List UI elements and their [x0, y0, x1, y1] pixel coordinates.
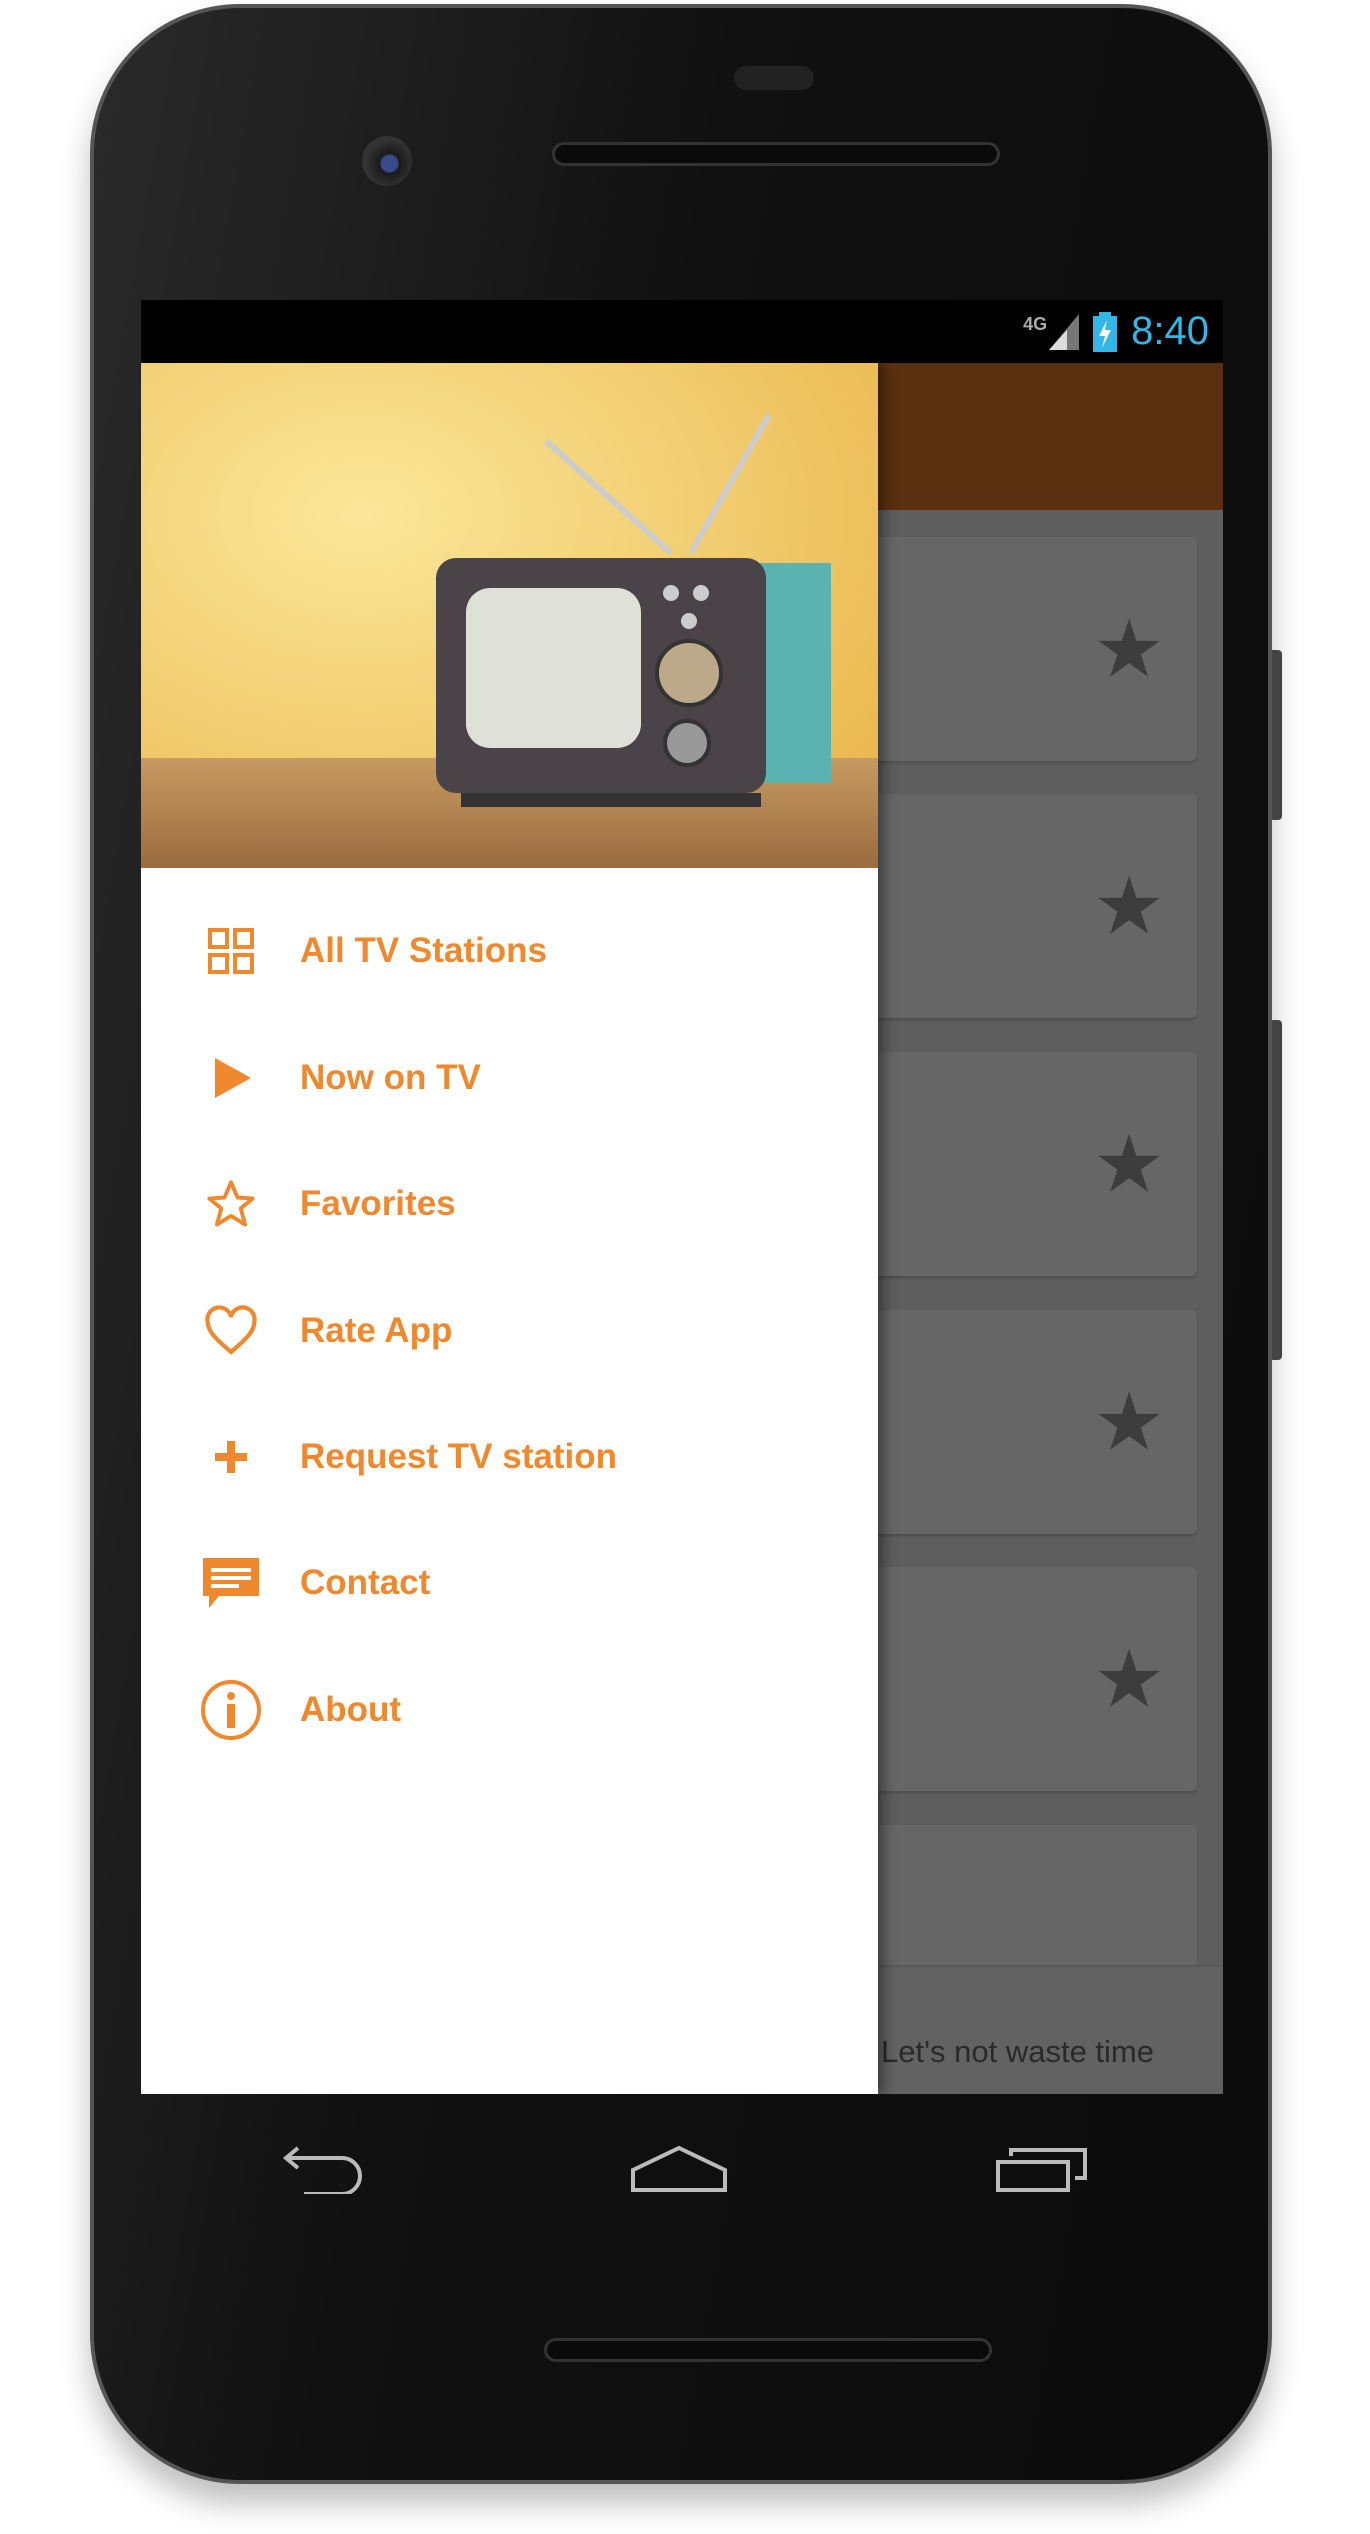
drawer-item-label: Rate App	[300, 1311, 453, 1350]
plus-icon	[199, 1425, 263, 1489]
volume-button[interactable]	[1272, 1020, 1282, 1360]
info-icon	[199, 1678, 263, 1742]
home-icon[interactable]	[629, 2144, 729, 2194]
network-type: 4G	[1023, 313, 1048, 334]
power-button[interactable]	[1272, 650, 1282, 820]
earpiece-speaker	[552, 142, 1000, 166]
drawer-item-favorites[interactable]: Favorites	[141, 1154, 878, 1254]
drawer-item-request-tv-station[interactable]: Request TV station	[141, 1407, 878, 1507]
signal-icon: 4G	[1023, 313, 1080, 350]
drawer-item-now-on-tv[interactable]: Now on TV	[141, 1028, 878, 1128]
bottom-text: Let's not waste time	[881, 2034, 1154, 2069]
navigation-drawer: All TV Stations Now on TV Favorites Rate…	[141, 363, 878, 2094]
star-icon	[199, 1172, 263, 1236]
status-bar: 4G 8:40	[1023, 300, 1223, 363]
clock: 8:40	[1131, 309, 1209, 353]
drawer-item-label: All TV Stations	[300, 931, 547, 970]
play-icon	[199, 1046, 263, 1110]
drawer-item-label: Contact	[300, 1563, 431, 1602]
system-nav-bar	[141, 2094, 1223, 2244]
drawer-item-label: Favorites	[300, 1184, 456, 1223]
message-icon	[199, 1551, 263, 1615]
sensor	[734, 66, 814, 90]
front-camera	[362, 136, 412, 186]
bottom-speaker	[544, 2338, 992, 2362]
drawer-header-image	[141, 363, 878, 868]
recents-icon[interactable]	[995, 2144, 1090, 2194]
grid-icon	[199, 919, 263, 983]
drawer-item-about[interactable]: About	[141, 1660, 878, 1760]
heart-icon	[199, 1299, 263, 1363]
drawer-item-all-tv-stations[interactable]: All TV Stations	[141, 901, 878, 1001]
screen: 4G 8:40 ★ ★ ★ ★ ★ ★ Let's not waste time…	[141, 300, 1223, 2094]
drawer-item-rate-app[interactable]: Rate App	[141, 1281, 878, 1381]
battery-icon	[1093, 311, 1118, 352]
drawer-item-label: About	[300, 1690, 402, 1729]
back-icon[interactable]	[274, 2144, 364, 2194]
drawer-item-label: Request TV station	[300, 1437, 617, 1476]
drawer-item-label: Now on TV	[300, 1058, 481, 1097]
drawer-item-contact[interactable]: Contact	[141, 1533, 878, 1633]
